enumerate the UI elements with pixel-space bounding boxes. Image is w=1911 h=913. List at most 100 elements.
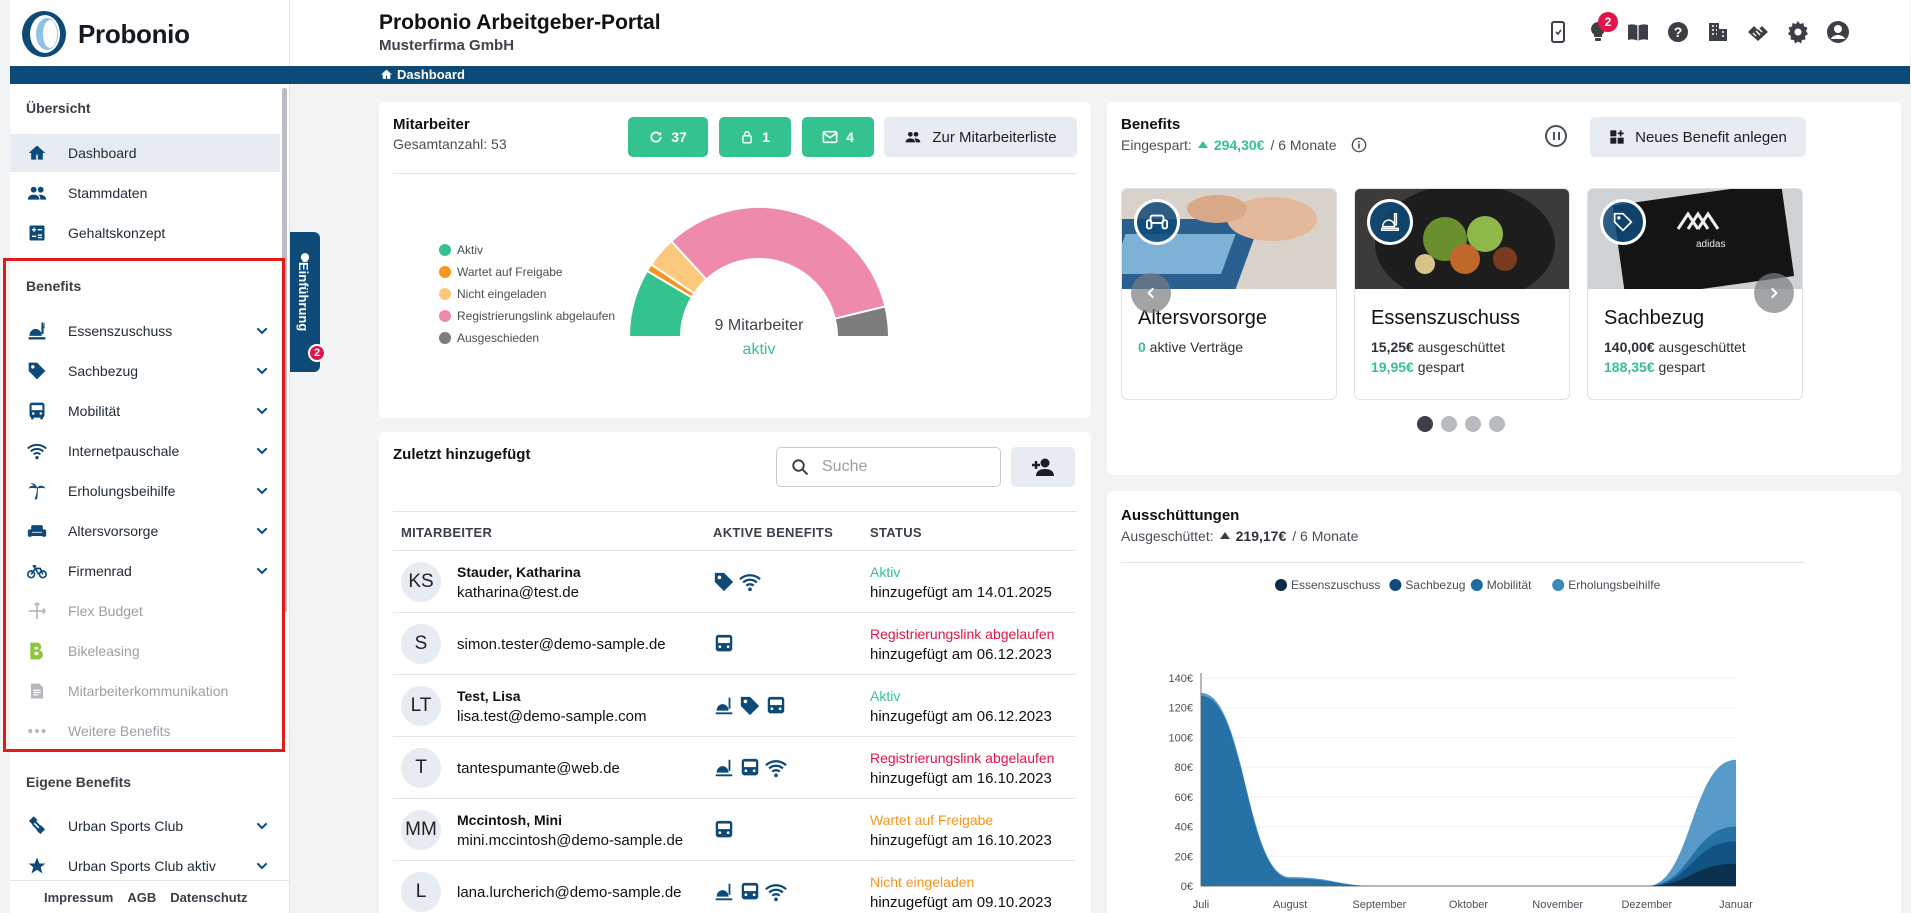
carousel-dot[interactable] <box>1465 416 1481 432</box>
table-row[interactable]: KS Stauder, Katharina katharina@test.de Akt… <box>393 550 1075 612</box>
payout-title: Ausschüttungen <box>1121 507 1240 524</box>
legend-item-nicht-eingeladen: Nicht eingeladen <box>439 287 546 301</box>
benefits-savings: Eingespart: 294,30€ / 6 Monate <box>1121 137 1367 153</box>
info-icon[interactable] <box>1351 137 1367 153</box>
column-header-benefits[interactable]: AKTIVE BENEFITS <box>713 525 833 540</box>
carousel-next-button[interactable] <box>1754 273 1794 313</box>
employee-list-button[interactable]: Zur Mitarbeiterliste <box>884 117 1077 157</box>
add-user-button[interactable] <box>1011 447 1075 487</box>
sidebar-item-label: Urban Sports Club <box>68 818 184 834</box>
search-input[interactable]: Suche <box>776 447 1001 487</box>
added-date: hinzugefügt am 06.12.2023 <box>870 646 1052 663</box>
sidebar-item-urban-sports-club-aktiv[interactable]: Urban Sports Club aktiv <box>10 847 280 880</box>
savings-label: Eingespart: <box>1121 137 1192 153</box>
benefit-value-label: aktive Verträge <box>1145 339 1244 355</box>
x-tick-label: August <box>1273 899 1307 911</box>
column-header-status[interactable]: STATUS <box>870 525 922 540</box>
chevron-down-icon[interactable] <box>254 858 270 874</box>
legend-item-ausgeschieden: Ausgeschieden <box>439 331 539 345</box>
overview-section-title: Übersicht <box>26 100 91 116</box>
sidebar-item-urban-sports-club[interactable]: Urban Sports Club <box>10 807 280 845</box>
home-icon <box>381 69 392 79</box>
table-row[interactable]: Llana.lurcherich@demo-sample.de Nicht ein… <box>393 860 1075 913</box>
refresh-button[interactable]: 37 <box>628 117 708 157</box>
gauge-segment <box>669 206 887 320</box>
status-text: Registrierungslink abgelaufen <box>870 626 1055 642</box>
chart-legend: Essenszuschuss Sachbezug Mobilität Erholung… <box>1275 578 1661 592</box>
divider <box>393 511 1077 512</box>
benefit-value: 15,25€ <box>1371 339 1414 355</box>
logo[interactable]: Probonio <box>20 8 190 60</box>
agb-link[interactable]: AGB <box>127 890 156 905</box>
employee-name: Mccintosh, Mini <box>457 812 562 828</box>
benefit-stat: 140,00€ ausgeschüttet <box>1604 339 1746 355</box>
table-row[interactable]: LT Test, Lisa lisa.test@demo-sample.com Akt… <box>393 674 1075 736</box>
table-row[interactable]: MM Mccintosh, Mini mini.mccintosh@demo-sam… <box>393 798 1075 860</box>
book-icon[interactable] <box>1626 20 1650 44</box>
table-row[interactable]: Ttantespumante@web.de Registrierungslink … <box>393 736 1075 798</box>
y-tick-label: 100€ <box>1169 732 1193 744</box>
sidebar-item-label: Urban Sports Club aktiv <box>68 858 216 874</box>
payout-card: Ausschüttungen Ausgeschüttet: 219,17€ / … <box>1107 491 1901 913</box>
wifi-icon <box>765 757 787 779</box>
x-tick-label: Januar <box>1719 899 1753 911</box>
breadcrumb-bar: Dashboard <box>10 66 1910 84</box>
column-header-mitarbeiter[interactable]: MITARBEITER <box>401 525 492 540</box>
active-benefits <box>713 881 787 903</box>
svg-text:?: ? <box>1674 24 1683 40</box>
benefits-card: Benefits Eingespart: 294,30€ / 6 Monate … <box>1107 102 1901 475</box>
sidebar-item-gehaltskonzept[interactable]: Gehaltskonzept <box>10 214 280 252</box>
datenschutz-link[interactable]: Datenschutz <box>170 890 247 905</box>
legend-label: Nicht eingeladen <box>457 287 547 301</box>
active-benefits <box>713 633 735 655</box>
legend-label: Aktiv <box>457 243 484 257</box>
lightbulb-icon[interactable]: 2 <box>1586 12 1618 44</box>
carousel-pagination <box>1417 416 1505 432</box>
breadcrumb[interactable]: Dashboard <box>380 67 465 82</box>
account-icon[interactable] <box>1826 20 1850 44</box>
gauge-sublabel: aktiv <box>742 341 776 358</box>
page-title: Probonio Arbeitgeber-Portal <box>379 11 661 34</box>
mail-button[interactable]: 4 <box>802 117 874 157</box>
sidebar-item-label: Gehaltskonzept <box>68 225 166 241</box>
table-row[interactable]: Ssimon.tester@demo-sample.de Registrierun… <box>393 612 1075 674</box>
divider <box>393 173 1077 174</box>
carousel-dot[interactable] <box>1489 416 1505 432</box>
settings-gear-icon[interactable] <box>1786 20 1810 44</box>
sidebar-item-dashboard[interactable]: Dashboard <box>10 134 280 172</box>
handshake-icon[interactable] <box>1746 20 1770 44</box>
search-icon <box>792 459 809 476</box>
benefit-card-essenszuschuss[interactable]: Essenszuschuss 15,25€ ausgeschüttet 19,9… <box>1354 188 1570 400</box>
help-icon[interactable]: ? <box>1666 20 1690 44</box>
carousel-dot[interactable] <box>1417 416 1433 432</box>
chevron-down-icon[interactable] <box>254 818 270 834</box>
new-benefit-button[interactable]: Neues Benefit anlegen <box>1590 117 1806 157</box>
pause-carousel-button[interactable] <box>1545 125 1567 147</box>
notification-badge: 2 <box>1598 12 1618 32</box>
benefits-title: Benefits <box>1121 116 1181 133</box>
locked-button[interactable]: 1 <box>719 117 791 157</box>
legend-label: Ausgeschieden <box>457 331 540 345</box>
carousel-prev-button[interactable] <box>1131 273 1171 313</box>
new-benefit-label: Neues Benefit anlegen <box>1635 128 1787 146</box>
y-tick-label: 80€ <box>1175 762 1193 774</box>
company-name: Musterfirma GmbH <box>379 37 515 54</box>
legend-dot <box>1552 579 1565 591</box>
intro-badge: 2 <box>308 344 326 362</box>
building-icon[interactable] <box>1706 20 1730 44</box>
impressum-link[interactable]: Impressum <box>44 890 113 905</box>
payout-label: Ausgeschüttet: <box>1121 528 1214 544</box>
divider <box>1121 562 1805 563</box>
carousel-dot[interactable] <box>1441 416 1457 432</box>
employee-email: tantespumante@web.de <box>457 760 620 777</box>
savings-value: 294,30€ <box>1213 137 1265 153</box>
intro-tab[interactable]: Einführung 2 <box>290 232 326 372</box>
avatar: T <box>401 748 441 788</box>
mobile-app-icon[interactable] <box>1546 20 1570 44</box>
x-tick-label: Juli <box>1193 899 1210 911</box>
legend-label: Wartet auf Freigabe <box>457 265 563 279</box>
tag-icon <box>1600 199 1646 245</box>
payout-period: / 6 Monate <box>1292 528 1359 544</box>
bus-icon <box>765 695 787 717</box>
sidebar-item-stammdaten[interactable]: Stammdaten <box>10 174 280 212</box>
